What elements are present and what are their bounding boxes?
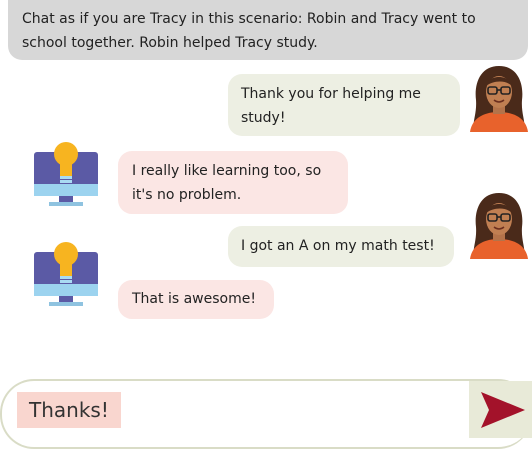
message-text: I really like learning too, so it's no p… [132,163,322,203]
assistant-message: That is awesome! [118,280,274,319]
message-text: Thank you for helping me study! [241,86,421,126]
send-button[interactable] [469,381,532,438]
lightbulb-monitor-icon [34,242,98,306]
user-message: Thank you for helping me study! [228,74,460,136]
woman-avatar-icon [470,66,528,132]
lightbulb-monitor-icon [34,142,98,206]
user-message: I got an A on my math test! [228,226,454,267]
scenario-text: Chat as if you are Tracy in this scenari… [22,11,476,51]
message-input-value: Thanks! [29,398,109,422]
message-text: That is awesome! [132,291,256,307]
assistant-message: I really like learning too, so it's no p… [118,151,348,214]
send-arrow-icon [481,392,525,428]
message-text: I got an A on my math test! [241,238,435,254]
woman-avatar-icon [470,193,528,259]
message-input[interactable]: Thanks! [17,392,121,428]
scenario-prompt: Chat as if you are Tracy in this scenari… [8,0,528,60]
